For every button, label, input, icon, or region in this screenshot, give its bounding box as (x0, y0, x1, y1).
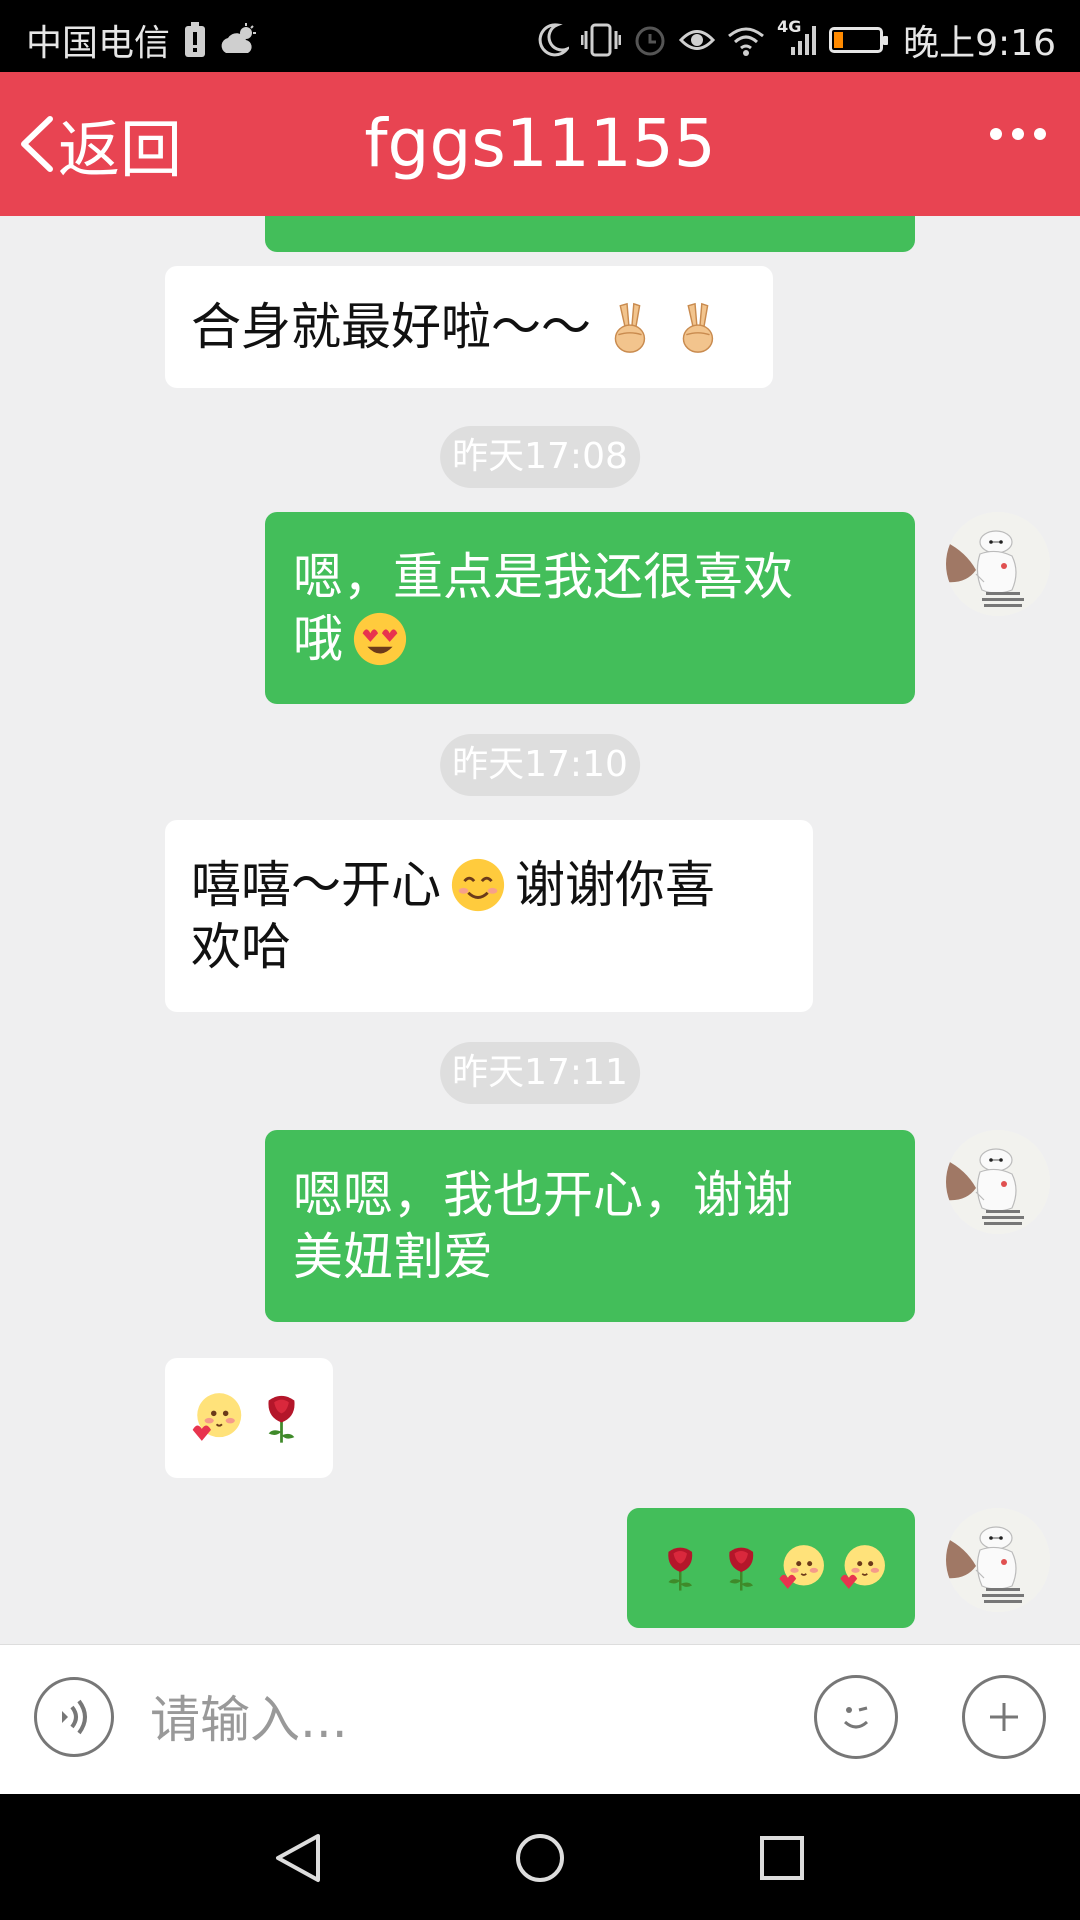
message-text-line: 哦 (293, 610, 343, 668)
status-bar: 中国电信 4G 晚上9:16 (0, 0, 1080, 72)
message-text-line: 嗯嗯，我也开心，谢谢 (293, 1166, 793, 1224)
emoji-icon (843, 1706, 869, 1729)
message-bubble[interactable]: 嗯嗯，我也开心，谢谢 美妞割爱 (265, 1130, 915, 1322)
avatar[interactable] (946, 1508, 1050, 1612)
victory-hand-emoji (667, 298, 725, 356)
recents-icon[interactable] (756, 1832, 808, 1884)
eye-icon (679, 25, 716, 55)
back-icon[interactable] (272, 1832, 324, 1884)
battery-saver-icon (184, 22, 206, 58)
home-icon[interactable] (514, 1832, 566, 1884)
plus-icon (990, 1703, 1018, 1731)
heart-eyes-emoji (351, 610, 409, 668)
timestamp: 昨天17:08 (440, 426, 640, 488)
plus-button[interactable] (962, 1675, 1046, 1759)
chat-title: fggs11155 (364, 105, 716, 182)
message-text-part: 嘻嘻～开心 (191, 856, 441, 914)
navigation-bar (0, 1794, 1080, 1920)
status-left: 中国电信 (26, 14, 260, 66)
blush-heart-emoji (776, 1538, 827, 1596)
message-text-line: 美妞割爱 (293, 1228, 493, 1286)
message-bubble[interactable] (627, 1508, 915, 1628)
voice-icon (62, 1699, 87, 1735)
message-bubble[interactable]: 嘻嘻～开心 谢谢你喜 欢哈 (165, 820, 813, 1012)
vibrate-icon (581, 23, 622, 57)
message-bubble[interactable]: 嗯，重点是我还很喜欢 哦 (265, 512, 915, 704)
blush-heart-emoji (837, 1538, 888, 1596)
avatar[interactable] (946, 1130, 1050, 1234)
weather-icon (220, 23, 260, 57)
blush-heart-emoji (189, 1388, 244, 1446)
input-bar: 请输入... (0, 1644, 1080, 1795)
voice-button[interactable] (34, 1677, 114, 1757)
more-icon[interactable] (990, 128, 1046, 140)
status-right: 4G 晚上9:16 (537, 14, 1056, 66)
rose-emoji (716, 1538, 767, 1596)
clock: 晚上9:16 (903, 23, 1056, 64)
smile-emoji (449, 856, 507, 914)
message-bubble[interactable]: 合身就最好啦～～ (165, 266, 773, 388)
message-bubble[interactable] (165, 1358, 333, 1478)
message-input[interactable]: 请输入... (150, 1645, 348, 1795)
message-text-line: 嗯，重点是我还很喜欢 (293, 548, 793, 606)
battery-icon (829, 27, 889, 53)
chat-area[interactable]: 合身就最好啦～～ 昨天17:08 嗯，重点是我还很喜欢 哦 昨天17:10 嘻嘻… (0, 216, 1080, 1644)
message-bubble-partial[interactable] (265, 216, 915, 252)
carrier-name: 中国电信 (26, 23, 171, 64)
message-text-line: 欢哈 (191, 918, 291, 976)
timestamp: 昨天17:10 (440, 734, 640, 796)
rose-emoji (655, 1538, 706, 1596)
message-text: 合身就最好啦～～ (191, 298, 591, 356)
alarm-icon (633, 23, 667, 57)
signal-icon: 4G (777, 17, 817, 57)
message-text-part: 谢谢你喜 (515, 856, 715, 914)
rose-emoji (254, 1388, 309, 1446)
moon-icon (537, 23, 570, 57)
title-bar: 返回 fggs11155 (0, 72, 1080, 216)
victory-hand-emoji (599, 298, 657, 356)
network-type: 4G (777, 17, 802, 36)
avatar[interactable] (946, 512, 1050, 616)
wifi-icon (727, 24, 765, 56)
timestamp: 昨天17:11 (440, 1042, 640, 1104)
emoji-button[interactable] (814, 1675, 898, 1759)
